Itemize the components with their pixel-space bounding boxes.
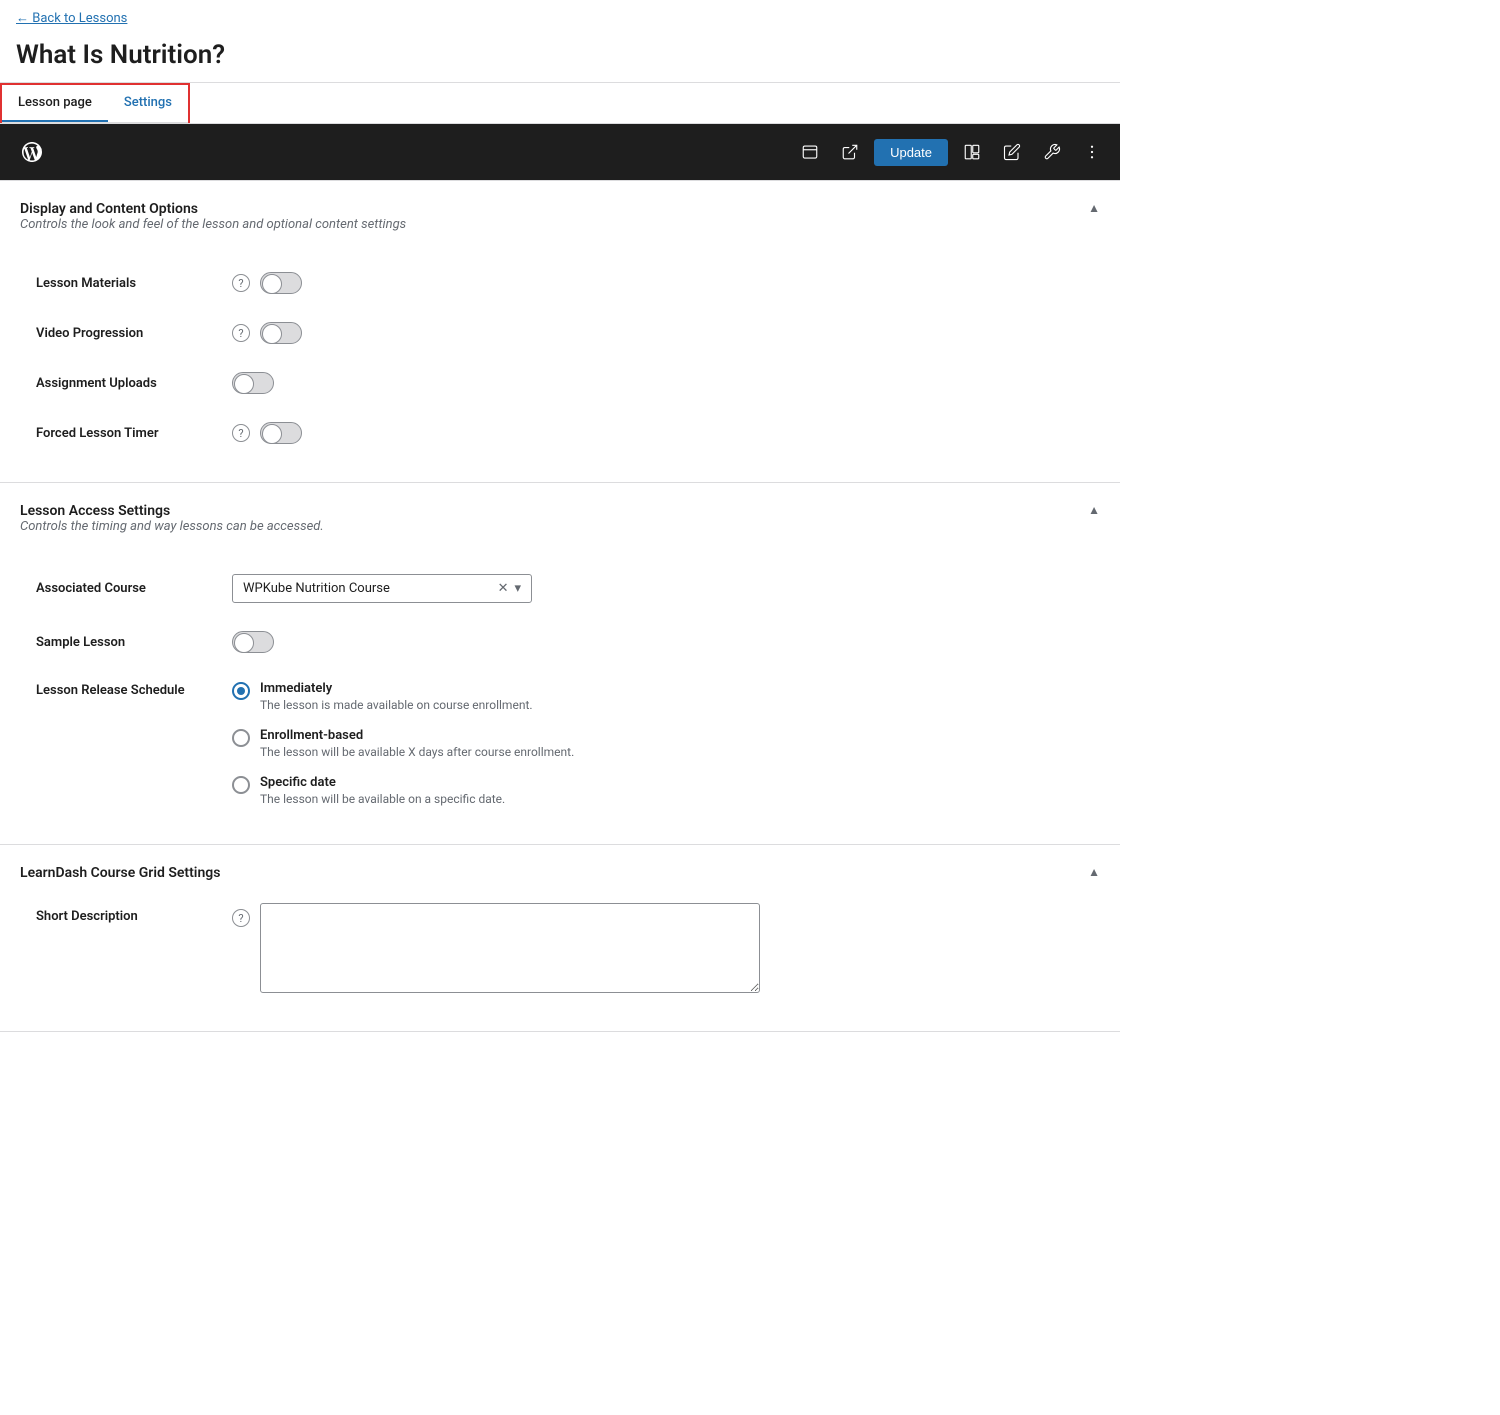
radio-enrollment-based[interactable]: Enrollment-based The lesson will be avai… <box>232 728 574 759</box>
access-section-subtitle: Controls the timing and way lessons can … <box>20 519 324 534</box>
lesson-materials-row: Lesson Materials ? <box>20 258 1100 308</box>
forced-lesson-timer-label: Forced Lesson Timer <box>36 426 216 441</box>
video-progression-label: Video Progression <box>36 326 216 341</box>
forced-lesson-timer-row: Forced Lesson Timer ? <box>20 408 1100 458</box>
release-schedule-label: Lesson Release Schedule <box>36 681 216 698</box>
radio-enrollment-desc: The lesson will be available X days afte… <box>260 745 574 759</box>
radio-enrollment-circle[interactable] <box>232 729 250 747</box>
sample-lesson-label: Sample Lesson <box>36 635 216 650</box>
select-clear-icon[interactable]: ✕ <box>498 581 509 596</box>
access-settings-section: Lesson Access Settings Controls the timi… <box>0 483 1120 845</box>
associated-course-select[interactable]: WPKube Nutrition Course ✕ ▾ <box>232 574 532 603</box>
view-icon[interactable] <box>794 136 826 168</box>
short-description-row: Short Description ? <box>20 889 1100 1007</box>
tab-lesson-page[interactable]: Lesson page <box>2 85 108 122</box>
access-section-collapse[interactable]: ▲ <box>1088 503 1100 517</box>
short-description-textarea[interactable] <box>260 903 760 993</box>
short-description-help-icon[interactable]: ? <box>232 909 250 927</box>
radio-specific-date-desc: The lesson will be available on a specif… <box>260 792 505 806</box>
layout-icon[interactable] <box>956 136 988 168</box>
display-section-collapse[interactable]: ▲ <box>1088 201 1100 215</box>
forced-lesson-timer-toggle[interactable] <box>260 422 302 444</box>
wp-logo <box>12 132 52 172</box>
associated-course-label: Associated Course <box>36 581 216 596</box>
grid-section-title: LearnDash Course Grid Settings <box>20 865 220 881</box>
radio-immediately-desc: The lesson is made available on course e… <box>260 698 533 712</box>
external-link-icon[interactable] <box>834 136 866 168</box>
associated-course-row: Associated Course WPKube Nutrition Cours… <box>20 560 1100 617</box>
release-schedule-options: Immediately The lesson is made available… <box>232 681 574 806</box>
video-progression-row: Video Progression ? <box>20 308 1100 358</box>
assignment-uploads-toggle[interactable] <box>232 372 274 394</box>
radio-immediately-circle[interactable] <box>232 682 250 700</box>
sample-lesson-toggle[interactable] <box>232 631 274 653</box>
grid-settings-section: LearnDash Course Grid Settings ▲ Short D… <box>0 845 1120 1032</box>
select-chevron-icon[interactable]: ▾ <box>514 581 521 596</box>
forced-lesson-timer-help-icon[interactable]: ? <box>232 424 250 442</box>
radio-immediately[interactable]: Immediately The lesson is made available… <box>232 681 574 712</box>
display-section-title: Display and Content Options <box>20 201 406 217</box>
update-button[interactable]: Update <box>874 139 948 166</box>
radio-specific-date-circle[interactable] <box>232 776 250 794</box>
radio-specific-date-label: Specific date <box>260 775 505 790</box>
radio-specific-date[interactable]: Specific date The lesson will be availab… <box>232 775 574 806</box>
display-content-section: Display and Content Options Controls the… <box>0 181 1120 483</box>
display-section-subtitle: Controls the look and feel of the lesson… <box>20 217 406 232</box>
radio-immediately-label: Immediately <box>260 681 533 696</box>
grid-section-collapse[interactable]: ▲ <box>1088 865 1100 879</box>
short-description-label: Short Description <box>36 903 216 924</box>
back-to-lessons-link[interactable]: ← Back to Lessons <box>0 0 143 36</box>
back-to-lessons-label: ← Back to Lessons <box>16 10 127 26</box>
radio-enrollment-label: Enrollment-based <box>260 728 574 743</box>
page-title: What Is Nutrition? <box>0 36 1120 83</box>
video-progression-help-icon[interactable]: ? <box>232 324 250 342</box>
access-section-title: Lesson Access Settings <box>20 503 324 519</box>
tab-settings[interactable]: Settings <box>108 85 188 122</box>
editor-toolbar: Update <box>0 124 1120 181</box>
assignment-uploads-label: Assignment Uploads <box>36 376 216 391</box>
sample-lesson-row: Sample Lesson <box>20 617 1100 667</box>
edit-icon[interactable] <box>996 136 1028 168</box>
release-schedule-row: Lesson Release Schedule Immediately The … <box>20 667 1100 820</box>
video-progression-toggle[interactable] <box>260 322 302 344</box>
lesson-materials-toggle[interactable] <box>260 272 302 294</box>
lesson-materials-label: Lesson Materials <box>36 276 216 291</box>
associated-course-value: WPKube Nutrition Course <box>243 581 390 596</box>
assignment-uploads-row: Assignment Uploads <box>20 358 1100 408</box>
tools-icon[interactable] <box>1036 136 1068 168</box>
lesson-materials-help-icon[interactable]: ? <box>232 274 250 292</box>
more-icon[interactable] <box>1076 136 1108 168</box>
